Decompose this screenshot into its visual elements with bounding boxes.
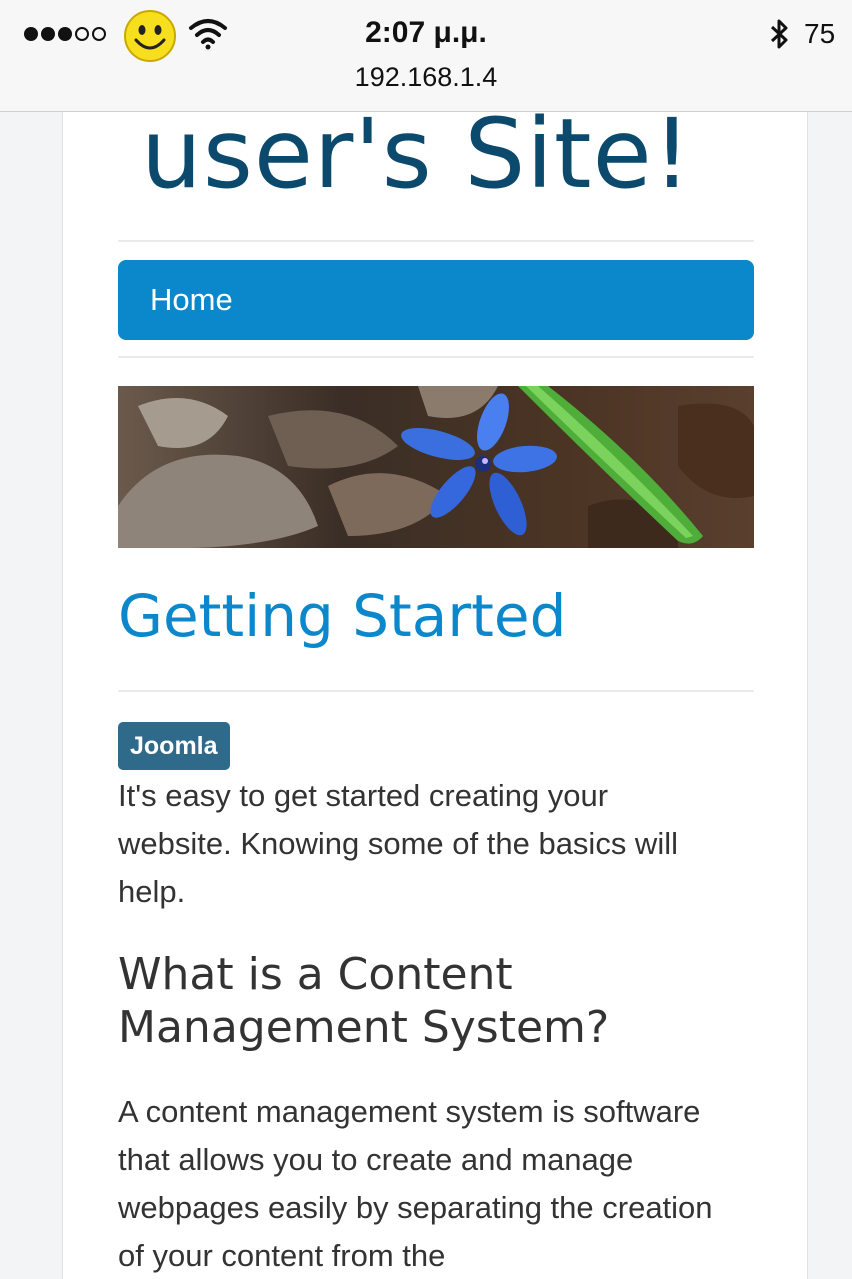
article-intro: It's easy to get started creating your w…	[118, 778, 678, 909]
url-address[interactable]: 192.168.1.4	[0, 62, 852, 93]
tag-badge[interactable]: Joomla	[118, 722, 230, 770]
divider	[118, 240, 754, 242]
page-content: user's Site! Home Getting Started Joomla…	[62, 112, 808, 1279]
main-nav: Home	[118, 260, 754, 340]
divider	[118, 690, 754, 692]
section-body: A content management system is software …	[118, 1094, 713, 1273]
article-title[interactable]: Getting Started	[118, 582, 566, 650]
battery-level: 75	[804, 18, 836, 49]
section-heading: What is a Content Management System?	[118, 949, 610, 1053]
bluetooth-icon	[770, 19, 788, 49]
status-time: 2:07 μ.μ.	[365, 16, 487, 49]
divider	[118, 356, 754, 358]
nav-item-home[interactable]: Home	[150, 260, 233, 340]
site-title[interactable]: user's Site!	[141, 112, 692, 214]
status-bar: 2:07 μ.μ. 192.168.1.4 75	[0, 0, 852, 112]
banner-image	[118, 386, 754, 548]
flower-photo	[118, 386, 754, 548]
